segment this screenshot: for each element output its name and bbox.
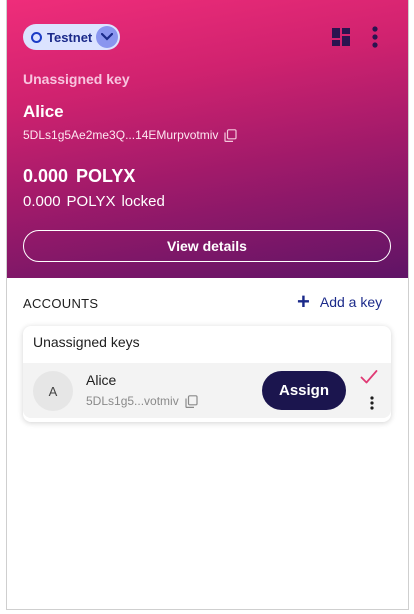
balance-row: 0.000 POLYX: [23, 166, 135, 187]
locked-label: locked: [121, 193, 165, 210]
accounts-section-title: ACCOUNTS: [23, 296, 99, 311]
copy-icon[interactable]: [224, 128, 238, 142]
account-name: Alice: [23, 102, 64, 121]
account-group-title: Unassigned keys: [33, 334, 140, 350]
network-dot-icon: [31, 31, 42, 43]
account-item-address-row: 5DLs1g5...votmiv: [86, 394, 198, 408]
account-item-name: Alice: [86, 372, 117, 388]
key-status-label: Unassigned key: [23, 71, 130, 87]
locked-amount: 0.000: [23, 193, 61, 210]
plus-icon: +: [297, 289, 310, 314]
network-selector[interactable]: Testnet: [23, 24, 120, 50]
locked-balance-row: 0.000 POLYX locked: [23, 193, 171, 210]
balance-ticker: POLYX: [76, 166, 136, 186]
add-key-button[interactable]: + Add a key: [297, 289, 383, 314]
account-list-item[interactable]: A Alice 5DLs1g5...votmiv Assign: [23, 363, 391, 418]
add-key-label: Add a key: [319, 294, 383, 310]
network-label: Testnet: [47, 29, 93, 45]
avatar: A: [33, 371, 73, 411]
account-hero: Testnet Unassigned key Alice 5DLs1g5Ae2m…: [7, 0, 408, 278]
locked-ticker: POLYX: [66, 193, 116, 210]
view-details-button[interactable]: View details: [23, 230, 391, 262]
dashboard-grid-icon[interactable]: [332, 28, 350, 46]
more-vertical-icon[interactable]: [369, 26, 381, 48]
check-icon: [360, 370, 378, 384]
assign-button[interactable]: Assign: [262, 371, 346, 410]
chevron-down-icon[interactable]: [96, 26, 118, 48]
extension-popup: Testnet Unassigned key Alice 5DLs1g5Ae2m…: [6, 0, 409, 610]
more-vertical-icon[interactable]: [369, 396, 375, 410]
copy-icon[interactable]: [185, 394, 198, 408]
account-group-card: Unassigned keys A Alice 5DLs1g5...votmiv…: [23, 326, 391, 422]
account-item-address: 5DLs1g5...votmiv: [86, 394, 179, 408]
balance-amount: 0.000: [23, 166, 69, 186]
account-address-row: 5DLs1g5Ae2me3Q...14EMurpvotmiv: [23, 128, 238, 142]
account-address: 5DLs1g5Ae2me3Q...14EMurpvotmiv: [23, 128, 219, 142]
